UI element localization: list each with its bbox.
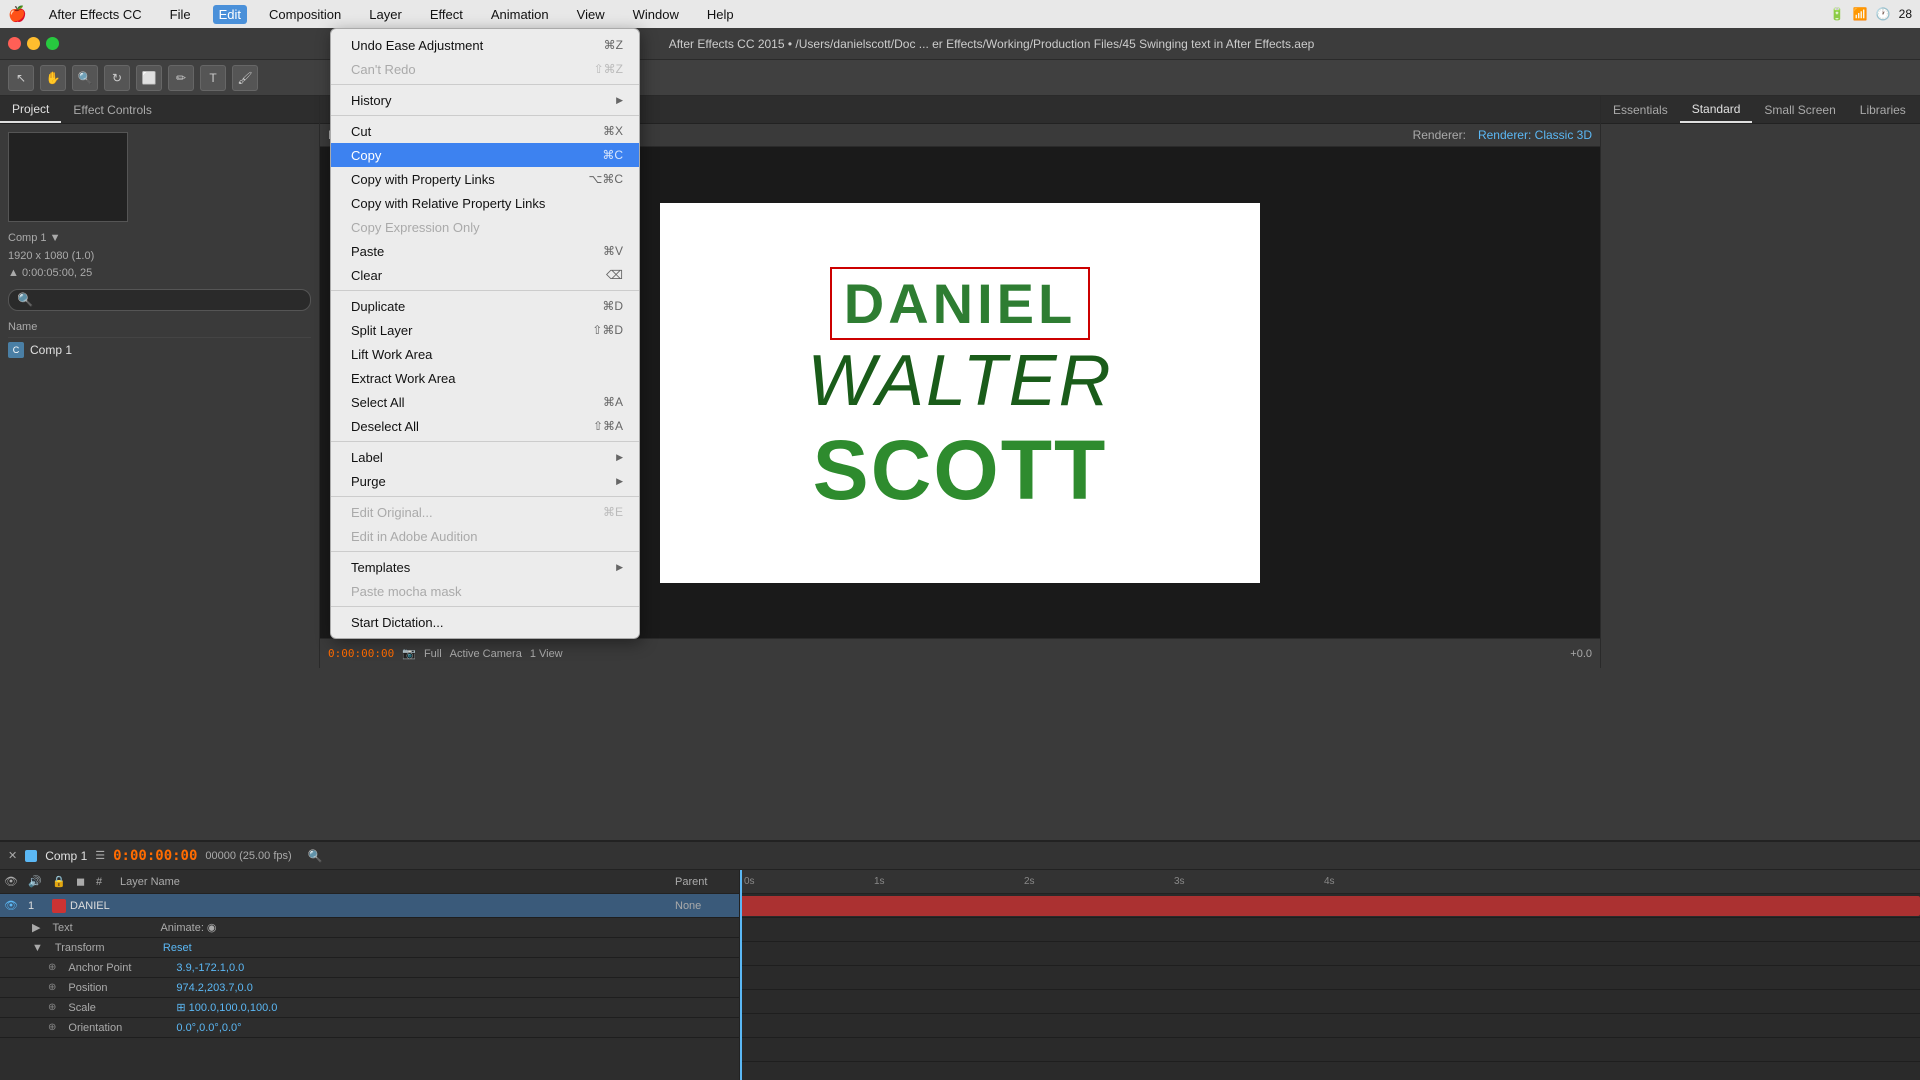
menu-label-label: Label [351, 450, 383, 465]
menu-templates[interactable]: Templates [331, 555, 639, 579]
menu-copy-property-links-shortcut: ⌥⌘C [589, 172, 624, 186]
menu-lift-work-area-label: Lift Work Area [351, 347, 432, 362]
menu-undo-label: Undo Ease Adjustment [351, 38, 483, 53]
menu-edit-original-label: Edit Original... [351, 505, 433, 520]
menu-cut-label: Cut [351, 124, 371, 139]
menu-history-label: History [351, 93, 391, 108]
menu-cut[interactable]: Cut ⌘X [331, 119, 639, 143]
menu-paste-mocha-label: Paste mocha mask [351, 584, 462, 599]
menu-separator-3 [331, 290, 639, 291]
menu-clear-shortcut: ⌫ [606, 268, 623, 282]
menu-paste[interactable]: Paste ⌘V [331, 239, 639, 263]
menu-start-dictation-label: Start Dictation... [351, 615, 443, 630]
menu-duplicate[interactable]: Duplicate ⌘D [331, 294, 639, 318]
menu-edit-original: Edit Original... ⌘E [331, 500, 639, 524]
menu-separator-6 [331, 551, 639, 552]
menu-split-layer-label: Split Layer [351, 323, 412, 338]
menu-split-layer[interactable]: Split Layer ⇧⌘D [331, 318, 639, 342]
menu-select-all-label: Select All [351, 395, 404, 410]
menu-separator-2 [331, 115, 639, 116]
menu-edit-audition: Edit in Adobe Audition [331, 524, 639, 548]
menu-label[interactable]: Label [331, 445, 639, 469]
menu-edit-audition-label: Edit in Adobe Audition [351, 529, 478, 544]
menu-duplicate-label: Duplicate [351, 299, 405, 314]
menu-history[interactable]: History [331, 88, 639, 112]
menu-select-all[interactable]: Select All ⌘A [331, 390, 639, 414]
menu-redo-shortcut: ⇧⌘Z [594, 62, 623, 76]
menu-copy[interactable]: Copy ⌘C [331, 143, 639, 167]
menu-start-dictation[interactable]: Start Dictation... [331, 610, 639, 634]
menu-clear-label: Clear [351, 268, 382, 283]
edit-menu: Undo Ease Adjustment ⌘Z Can't Redo ⇧⌘Z H… [330, 28, 640, 639]
menu-separator-7 [331, 606, 639, 607]
menu-copy-relative-label: Copy with Relative Property Links [351, 196, 545, 211]
menu-paste-mocha: Paste mocha mask [331, 579, 639, 603]
dropdown-overlay: Undo Ease Adjustment ⌘Z Can't Redo ⇧⌘Z H… [0, 0, 1920, 1080]
menu-copy-property-links-label: Copy with Property Links [351, 172, 495, 187]
menu-copy-shortcut: ⌘C [602, 148, 623, 162]
menu-select-all-shortcut: ⌘A [603, 395, 623, 409]
menu-extract-work-area[interactable]: Extract Work Area [331, 366, 639, 390]
menu-copy-expression-label: Copy Expression Only [351, 220, 480, 235]
menu-clear[interactable]: Clear ⌫ [331, 263, 639, 287]
menu-redo-label: Can't Redo [351, 62, 416, 77]
menu-purge-label: Purge [351, 474, 386, 489]
menu-purge[interactable]: Purge [331, 469, 639, 493]
menu-cut-shortcut: ⌘X [603, 124, 623, 138]
menu-undo-shortcut: ⌘Z [604, 38, 623, 52]
menu-copy-property-links[interactable]: Copy with Property Links ⌥⌘C [331, 167, 639, 191]
menu-deselect-all-label: Deselect All [351, 419, 419, 434]
menu-separator-5 [331, 496, 639, 497]
menu-undo[interactable]: Undo Ease Adjustment ⌘Z [331, 33, 639, 57]
menu-separator-4 [331, 441, 639, 442]
menu-paste-label: Paste [351, 244, 384, 259]
menu-paste-shortcut: ⌘V [603, 244, 623, 258]
menu-edit-original-shortcut: ⌘E [603, 505, 623, 519]
menu-copy-expression: Copy Expression Only [331, 215, 639, 239]
menu-extract-work-area-label: Extract Work Area [351, 371, 456, 386]
menu-copy-relative[interactable]: Copy with Relative Property Links [331, 191, 639, 215]
menu-templates-label: Templates [351, 560, 410, 575]
menu-copy-label: Copy [351, 148, 381, 163]
menu-separator-1 [331, 84, 639, 85]
menu-redo: Can't Redo ⇧⌘Z [331, 57, 639, 81]
menu-lift-work-area[interactable]: Lift Work Area [331, 342, 639, 366]
menu-deselect-all[interactable]: Deselect All ⇧⌘A [331, 414, 639, 438]
menu-split-layer-shortcut: ⇧⌘D [592, 323, 623, 337]
menu-duplicate-shortcut: ⌘D [602, 299, 623, 313]
menu-deselect-all-shortcut: ⇧⌘A [593, 419, 623, 433]
